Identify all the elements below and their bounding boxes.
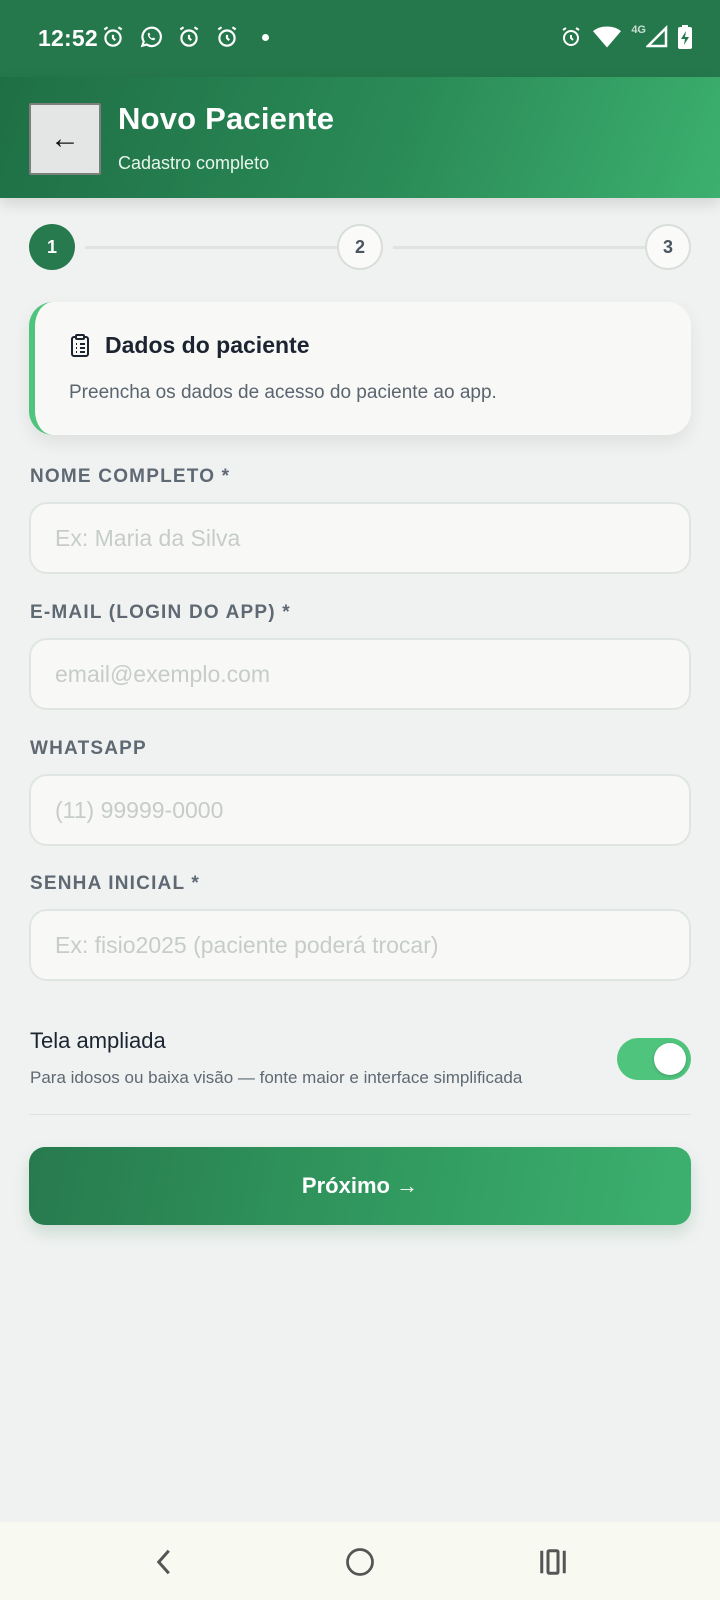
initial-password-input[interactable] <box>29 909 691 981</box>
info-card: Dados do paciente Preencha os dados de a… <box>29 302 691 435</box>
alarm-icon <box>217 26 237 47</box>
step-2: 2 <box>337 224 383 270</box>
back-nav-icon <box>156 1549 170 1575</box>
email-input[interactable] <box>29 638 691 710</box>
status-bar: 12:52 4G <box>0 0 720 77</box>
large-screen-toggle-title: Tela ampliada <box>30 1028 166 1053</box>
battery-charging-icon <box>678 25 692 49</box>
whatsapp-icon <box>140 26 162 48</box>
page-subtitle: Cadastro completo <box>118 153 270 173</box>
dot-icon <box>262 33 269 41</box>
recents-nav-icon <box>540 1549 566 1575</box>
status-time: 12:52 <box>38 25 98 51</box>
full-name-input[interactable] <box>29 502 691 574</box>
email-label: E-MAIL (LOGIN DO APP) * <box>30 602 291 623</box>
clipboard-icon <box>71 333 89 357</box>
large-screen-toggle[interactable] <box>617 1038 691 1080</box>
alarm-icon <box>179 26 199 47</box>
whatsapp-label: WHATSAPP <box>30 738 147 759</box>
step-connector <box>85 246 355 249</box>
alarm-icon <box>562 27 580 46</box>
full-name-label: NOME COMPLETO * <box>30 466 231 487</box>
whatsapp-input[interactable] <box>29 774 691 846</box>
divider <box>29 1114 691 1115</box>
app-header: ← Novo Paciente Cadastro completo <box>0 77 720 198</box>
page-title: Novo Paciente <box>118 101 335 136</box>
status-left-icons <box>100 24 269 50</box>
stepper: 1 2 3 <box>29 224 691 270</box>
next-button[interactable]: Próximo → <box>29 1147 691 1225</box>
back-nav-button[interactable] <box>143 1540 187 1584</box>
status-right-icons: 4G <box>559 24 692 50</box>
step-connector <box>393 246 663 249</box>
info-card-header: Dados do paciente <box>69 332 309 359</box>
back-button[interactable]: ← <box>29 103 101 175</box>
alarm-icon <box>103 26 123 47</box>
step-3: 3 <box>645 224 691 270</box>
initial-password-label: SENHA INICIAL * <box>30 873 201 894</box>
network-type-label: 4G <box>631 24 646 36</box>
wifi-icon <box>593 26 622 48</box>
signal-icon <box>646 24 668 48</box>
home-nav-icon <box>346 1548 374 1576</box>
recents-nav-button[interactable] <box>531 1540 575 1584</box>
home-nav-button[interactable] <box>338 1540 382 1584</box>
toggle-knob <box>654 1043 686 1075</box>
system-nav-bar <box>0 1522 720 1600</box>
step-1: 1 <box>29 224 75 270</box>
large-screen-toggle-description: Para idosos ou baixa visão — fonte maior… <box>30 1068 523 1087</box>
info-card-description: Preencha os dados de acesso do paciente … <box>69 382 497 403</box>
info-card-title: Dados do paciente <box>105 332 310 358</box>
